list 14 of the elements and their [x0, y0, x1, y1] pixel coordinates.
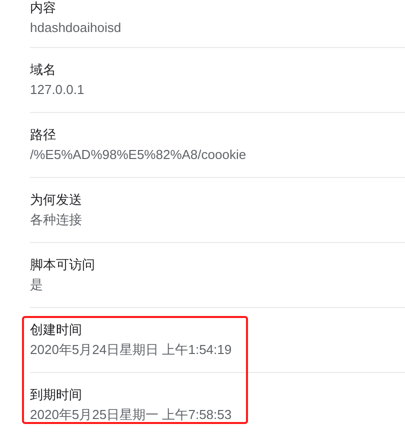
field-label: 为何发送 — [30, 192, 82, 208]
field-label: 域名 — [30, 62, 56, 78]
field-value: /%E5%AD%98%E5%82%A8/coookie — [30, 147, 246, 163]
field-label: 到期时间 — [30, 387, 82, 403]
field-value: 127.0.0.1 — [30, 82, 84, 98]
field-value: 2020年5月25日星期一 上午7:58:53 — [30, 407, 232, 423]
field-value: 是 — [30, 277, 43, 293]
field-label: 创建时间 — [30, 322, 82, 338]
field-value: hdashdoaihoisd — [30, 20, 122, 36]
field-value: 2020年5月24日星期日 上午1:54:19 — [30, 342, 232, 358]
field-label: 路径 — [30, 127, 56, 143]
field-label: 内容 — [30, 0, 56, 16]
field-label: 脚本可访问 — [30, 257, 95, 273]
field-value: 各种连接 — [30, 212, 82, 228]
